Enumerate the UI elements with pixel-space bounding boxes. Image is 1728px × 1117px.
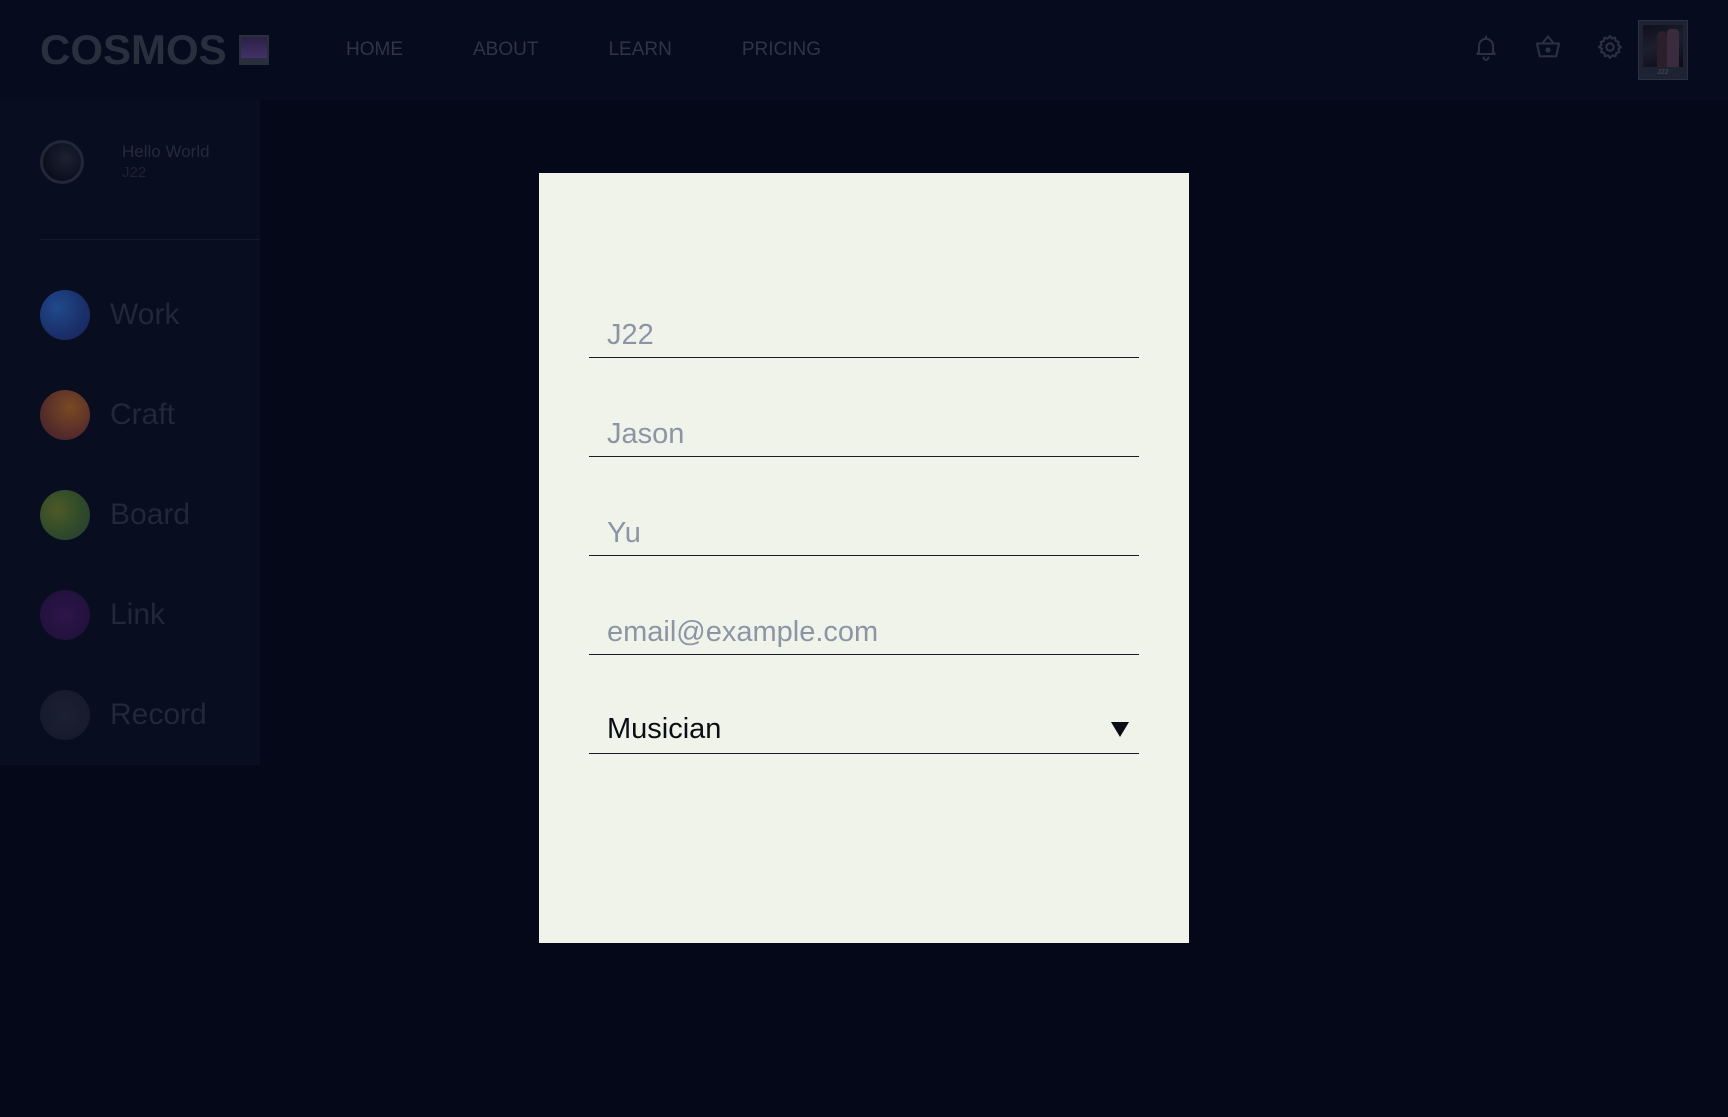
sidebar-item-work[interactable]: Work bbox=[40, 290, 207, 340]
gear-icon[interactable] bbox=[1596, 33, 1624, 61]
caret-down-icon bbox=[1111, 722, 1129, 737]
profile-handle: J22 bbox=[122, 164, 147, 181]
nav-home[interactable]: HOME bbox=[346, 38, 403, 62]
record-dot-icon bbox=[40, 690, 90, 740]
basket-icon[interactable] bbox=[1534, 33, 1562, 61]
email-field[interactable] bbox=[607, 614, 1107, 650]
avatar-image bbox=[1643, 25, 1683, 67]
top-nav-bar: COSMOS HOME ABOUT LEARN PRICING J22 bbox=[0, 0, 1728, 100]
profile-form: Musician bbox=[589, 308, 1139, 754]
sidebar-item-board[interactable]: Board bbox=[40, 490, 207, 540]
sidebar-list: Work Craft Board Link Record bbox=[40, 290, 207, 790]
sidebar: Hello World J22 Work Craft Board Link Re… bbox=[0, 100, 260, 765]
sidebar-item-label: Record bbox=[110, 698, 207, 731]
username-field[interactable] bbox=[607, 317, 1107, 353]
last-name-field-wrapper bbox=[589, 506, 1139, 556]
role-select-value: Musician bbox=[607, 713, 722, 745]
nav-pricing[interactable]: PRICING bbox=[742, 38, 821, 62]
sidebar-item-record[interactable]: Record bbox=[40, 690, 207, 740]
nav-about[interactable]: ABOUT bbox=[473, 38, 538, 62]
profile-form-modal: Musician bbox=[539, 173, 1189, 943]
nav-learn[interactable]: LEARN bbox=[608, 38, 671, 62]
craft-dot-icon bbox=[40, 390, 90, 440]
role-select[interactable]: Musician bbox=[589, 704, 1139, 754]
sidebar-item-label: Craft bbox=[110, 398, 176, 431]
first-name-field[interactable] bbox=[607, 416, 1107, 452]
profile-avatar bbox=[40, 140, 84, 184]
board-dot-icon bbox=[40, 490, 90, 540]
profile-name: Hello World bbox=[122, 142, 210, 161]
app-page: COSMOS HOME ABOUT LEARN PRICING J22 Hell… bbox=[0, 0, 1728, 1117]
user-avatar-button[interactable]: J22 bbox=[1638, 20, 1688, 80]
avatar-caption: J22 bbox=[1657, 69, 1669, 76]
logo-text: COSMOS bbox=[40, 26, 227, 73]
email-field-wrapper bbox=[589, 605, 1139, 655]
last-name-field[interactable] bbox=[607, 515, 1107, 551]
work-dot-icon bbox=[40, 290, 90, 340]
sidebar-item-label: Board bbox=[110, 498, 191, 531]
sidebar-item-label: Work bbox=[110, 298, 180, 331]
sidebar-item-link[interactable]: Link bbox=[40, 590, 207, 640]
first-name-field-wrapper bbox=[589, 407, 1139, 457]
profile-text: Hello World J22 bbox=[122, 141, 210, 183]
sidebar-divider bbox=[40, 239, 260, 240]
header-icons bbox=[1472, 33, 1624, 61]
logo-mark-icon bbox=[238, 35, 269, 65]
bell-icon[interactable] bbox=[1472, 33, 1500, 61]
main-nav: HOME ABOUT LEARN PRICING bbox=[346, 38, 891, 62]
sidebar-item-craft[interactable]: Craft bbox=[40, 390, 207, 440]
link-dot-icon bbox=[40, 590, 90, 640]
logo[interactable]: COSMOS bbox=[40, 26, 269, 74]
sidebar-item-label: Link bbox=[110, 598, 166, 631]
sidebar-profile[interactable]: Hello World J22 bbox=[40, 140, 210, 184]
username-field-wrapper bbox=[589, 308, 1139, 358]
